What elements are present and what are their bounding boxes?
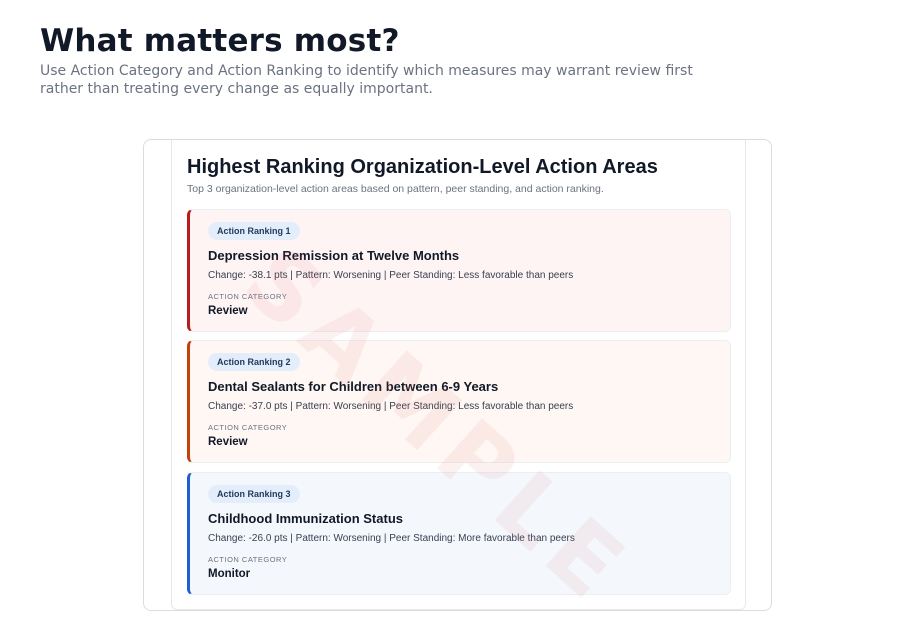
page: What matters most? Use Action Category a…	[0, 0, 916, 630]
panel-subtitle: Top 3 organization-level action areas ba…	[187, 183, 604, 195]
measure-detail: Change: -37.0 pts | Pattern: Worsening |…	[208, 401, 574, 412]
category-label: ACTION CATEGORY	[208, 555, 288, 564]
page-subtitle: Use Action Category and Action Ranking t…	[40, 63, 693, 97]
panel-title: Highest Ranking Organization-Level Actio…	[187, 156, 658, 178]
category-label: ACTION CATEGORY	[208, 423, 288, 432]
action-card-3: Action Ranking 3 Childhood Immunization …	[187, 472, 731, 595]
report-frame: Highest Ranking Organization-Level Actio…	[143, 139, 772, 611]
rank-badge: Action Ranking 2	[208, 353, 300, 371]
action-card-2: Action Ranking 2 Dental Sealants for Chi…	[187, 340, 731, 463]
rank-badge: Action Ranking 3	[208, 485, 300, 503]
category-label: ACTION CATEGORY	[208, 292, 288, 301]
category-value: Monitor	[208, 568, 251, 580]
rank-badge: Action Ranking 1	[208, 222, 300, 240]
measure-name: Depression Remission at Twelve Months	[208, 248, 460, 263]
action-card-1: Action Ranking 1 Depression Remission at…	[187, 209, 731, 332]
measure-name: Childhood Immunization Status	[208, 511, 403, 526]
category-value: Review	[208, 305, 248, 317]
page-title: What matters most?	[40, 23, 400, 59]
measure-name: Dental Sealants for Children between 6-9…	[208, 379, 499, 394]
measure-detail: Change: -38.1 pts | Pattern: Worsening |…	[208, 270, 574, 281]
measure-detail: Change: -26.0 pts | Pattern: Worsening |…	[208, 533, 575, 544]
action-areas-panel: Highest Ranking Organization-Level Actio…	[171, 140, 746, 610]
category-value: Review	[208, 436, 248, 448]
